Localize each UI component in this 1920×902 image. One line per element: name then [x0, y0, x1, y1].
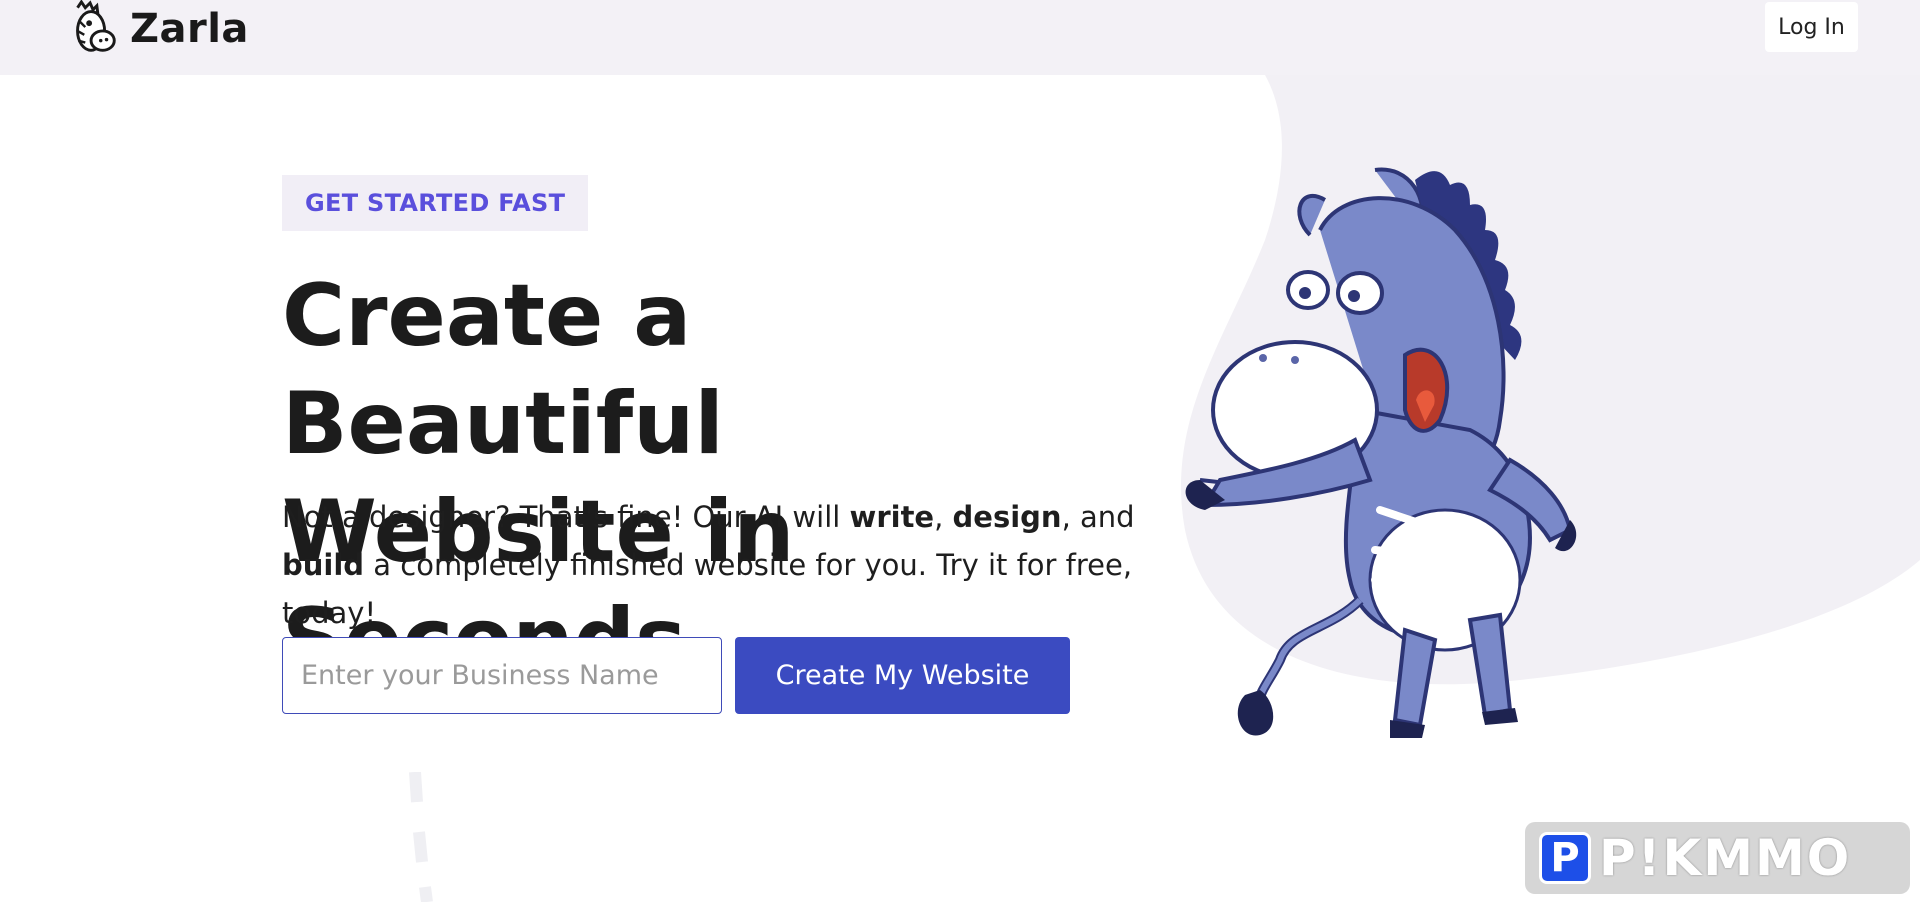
watermark-text: P!KMMO: [1599, 829, 1852, 887]
sub-design: design: [952, 500, 1062, 534]
sub-write: write: [849, 500, 935, 534]
sub-text-1: Not a designer? That's fine! Our AI will: [282, 500, 850, 534]
zebra-mascot-illustration: [1185, 167, 1577, 738]
sub-text-4: a completely finished website for you. T…: [282, 548, 1133, 630]
sub-text-3: , and: [1061, 500, 1135, 534]
watermark-p-icon: P: [1539, 832, 1591, 884]
sub-build: build: [282, 548, 365, 582]
get-started-badge: GET STARTED FAST: [282, 175, 589, 231]
headline-line-1: Create a Beautiful: [282, 266, 724, 474]
login-button[interactable]: Log In: [1765, 2, 1858, 52]
watermark: P P!KMMO: [1525, 822, 1910, 894]
brand-name: Zarla: [130, 6, 249, 52]
create-website-button[interactable]: Create My Website: [735, 637, 1070, 714]
hero-subheading: Not a designer? That's fine! Our AI will…: [282, 493, 1202, 637]
sub-text-2: ,: [934, 500, 953, 534]
brand-logo[interactable]: Zarla: [64, 0, 249, 58]
zebra-logo-icon: [76, 0, 116, 52]
dashed-path-decoration: [409, 772, 433, 902]
business-name-input[interactable]: [282, 637, 722, 714]
